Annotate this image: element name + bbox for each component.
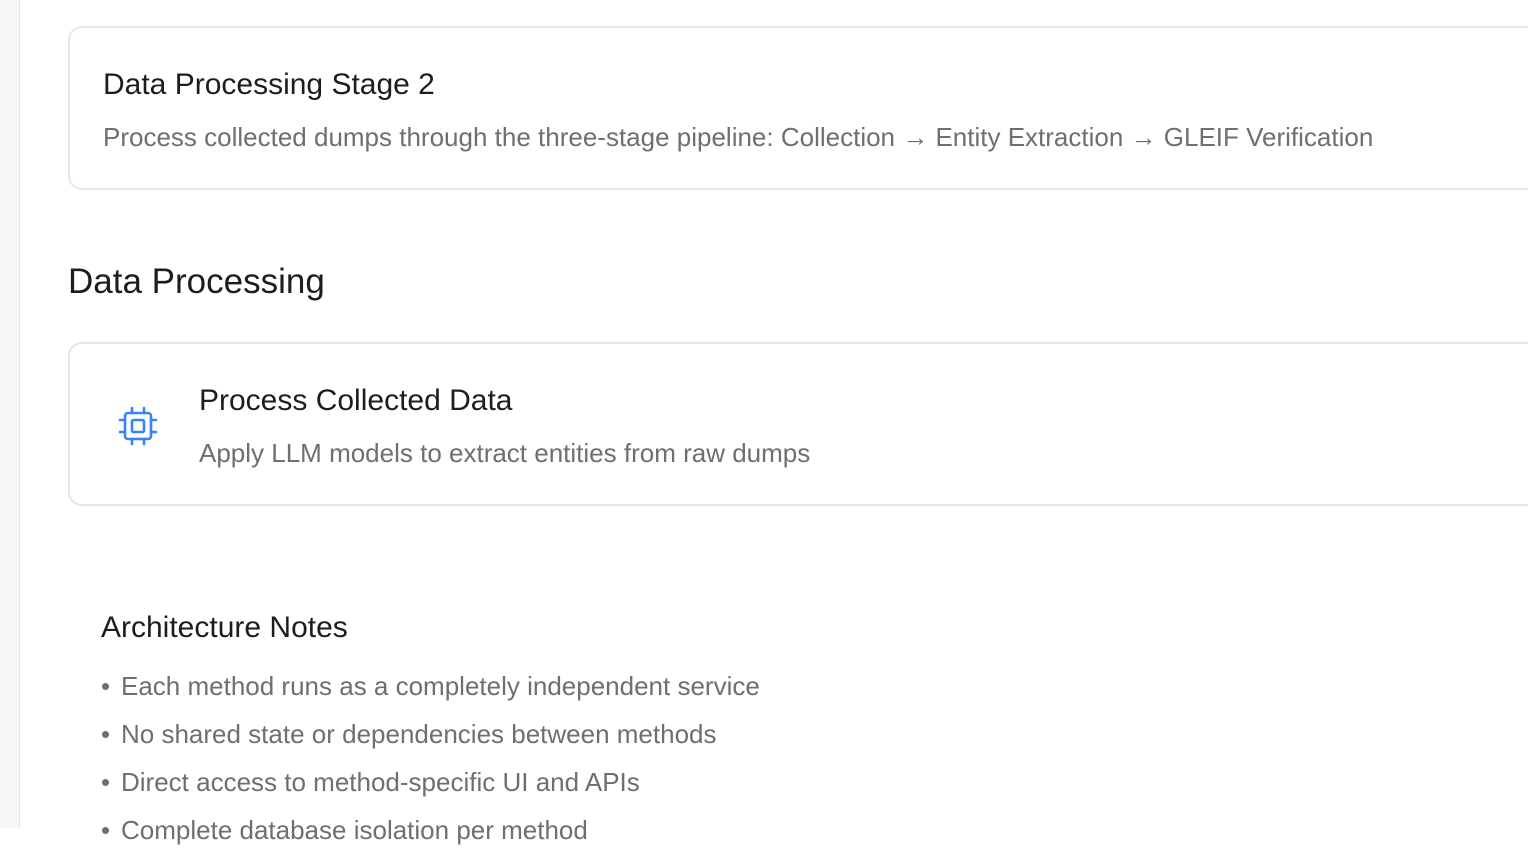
- list-item: • Direct access to method-specific UI and…: [101, 766, 1501, 814]
- note-text: No shared state or dependencies between …: [121, 719, 717, 749]
- note-text: Direct access to method-specific UI and …: [121, 767, 640, 797]
- architecture-notes-list: • Each method runs as a completely indepe…: [101, 670, 1501, 862]
- bullet-icon: •: [101, 719, 111, 749]
- note-text: Each method runs as a completely indepen…: [121, 671, 760, 701]
- list-item: • Each method runs as a completely indepe…: [101, 670, 1501, 718]
- list-item: • No shared state or dependencies between…: [101, 718, 1501, 766]
- cpu-chip-icon: [118, 406, 158, 446]
- process-collected-data-card[interactable]: Process Collected Data Apply LLM models …: [68, 342, 1528, 506]
- list-item: • Complete database isolation per method: [101, 814, 1501, 862]
- bullet-icon: •: [101, 671, 111, 701]
- left-sidebar-edge: [0, 0, 20, 828]
- stage-card[interactable]: Data Processing Stage 2 Process collecte…: [68, 26, 1528, 190]
- section-heading: Data Processing: [68, 262, 325, 301]
- note-text: Complete database isolation per method: [121, 815, 588, 845]
- bullet-icon: •: [101, 815, 111, 845]
- stage-card-title: Data Processing Stage 2: [103, 68, 435, 101]
- architecture-notes: Architecture Notes • Each method runs as …: [101, 608, 1501, 862]
- stage-card-description: Process collected dumps through the thre…: [103, 122, 1374, 152]
- process-card-description: Apply LLM models to extract entities fro…: [199, 438, 811, 468]
- main-content: Data Processing Stage 2 Process collecte…: [68, 0, 1528, 845]
- architecture-notes-title: Architecture Notes: [101, 611, 348, 644]
- process-card-title: Process Collected Data: [199, 384, 513, 417]
- bullet-icon: •: [101, 767, 111, 797]
